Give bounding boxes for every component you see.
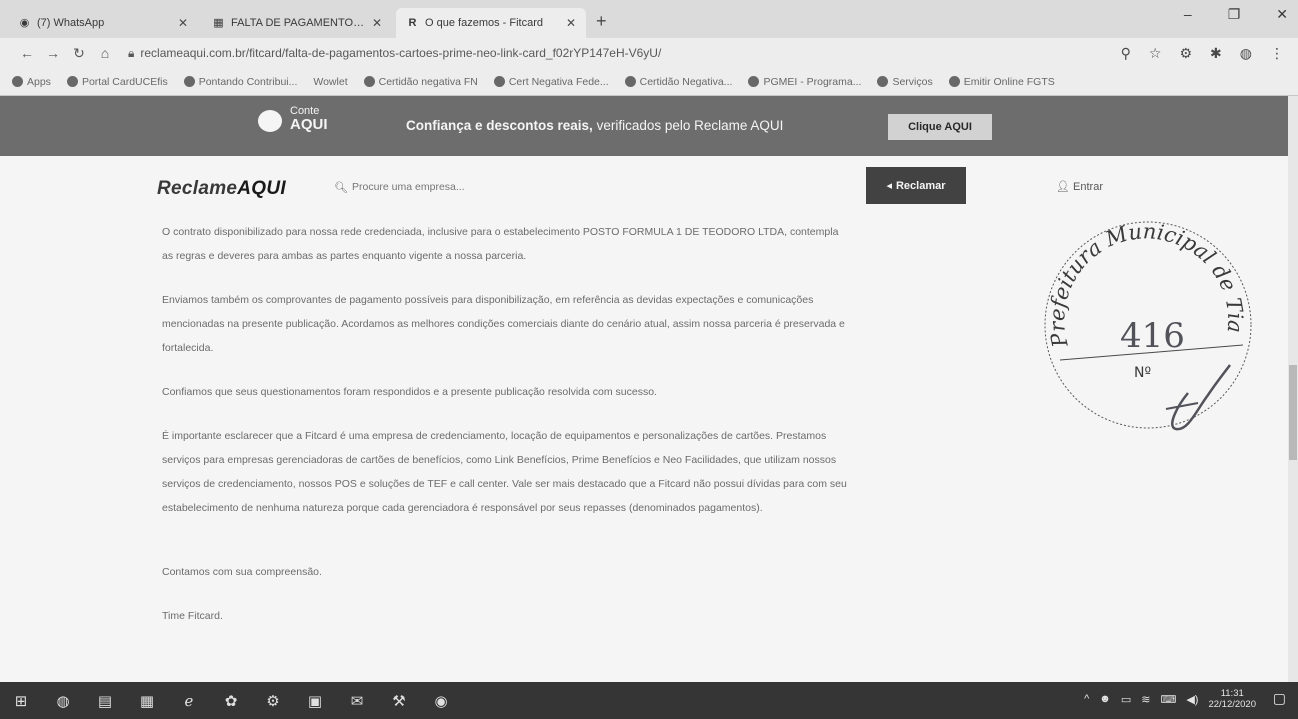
bookmark-item[interactable]: Certidão Negativa...	[624, 76, 732, 88]
search-icon[interactable]: ◍	[42, 682, 84, 719]
menu-icon[interactable]: ⋮	[1270, 45, 1284, 62]
globe-icon	[66, 76, 78, 88]
ra-icon: R	[408, 16, 417, 29]
paragraph: Confiamos que seus questionamentos foram…	[162, 386, 657, 398]
megaphone-icon: ◂	[886, 180, 892, 192]
stamp-label: Nº	[1134, 365, 1151, 381]
network-icon[interactable]: ≋	[1141, 693, 1150, 706]
tab-falta-de-pagamentos[interactable]: ▦ FALTA DE PAGAMENTOS - CART ✕	[202, 8, 392, 38]
tool-icon[interactable]: ⚒	[378, 682, 420, 719]
extension-icon[interactable]: ⚙	[1179, 45, 1192, 62]
windows-start-icon[interactable]: ⊞	[0, 682, 42, 719]
globe-icon	[493, 76, 505, 88]
globe-icon	[363, 76, 375, 88]
mail-icon[interactable]: ✉	[336, 682, 378, 719]
document-icon: ▦	[213, 16, 224, 29]
toolbar-icons: ⚲ ☆ ⚙ ✱ ◍ ⋮	[1121, 45, 1284, 62]
search-input[interactable]	[352, 178, 652, 196]
forward-icon[interactable]: →	[40, 45, 66, 61]
address-bar: ← → ↻ ⌂ 🔒︎ reclameaqui.com.br/fitcard/fa…	[0, 38, 1298, 68]
notification-icon[interactable]: ▢	[1273, 690, 1286, 707]
profile-icon[interactable]: ◍	[1240, 45, 1252, 62]
company-response-text: O contrato disponibilizado para nossa re…	[162, 220, 852, 648]
municipal-stamp: Prefeitura Municipal de Tianguá 416 Nº	[1038, 215, 1252, 431]
bookmark-item[interactable]: Wowlet	[313, 76, 347, 88]
user-icon: 👤︎	[1056, 181, 1070, 193]
window-controls: – ❐ ✕	[1184, 6, 1288, 23]
tab-fitcard[interactable]: R O que fazemos - Fitcard ✕	[396, 8, 586, 38]
minimize-icon[interactable]: –	[1184, 6, 1192, 23]
close-tab-icon[interactable]: ✕	[178, 16, 188, 30]
bookmarks-bar: Apps Portal CardUCEfis Pontando Contribu…	[0, 68, 1298, 96]
url-field[interactable]: 🔒︎ reclameaqui.com.br/fitcard/falta-de-p…	[128, 46, 1121, 61]
people-icon[interactable]: ☻	[1099, 693, 1111, 705]
globe-icon	[877, 76, 889, 88]
paragraph: O contrato disponibilizado para nossa re…	[162, 226, 839, 262]
conte-aqui-logo: Conte AQUI	[290, 105, 328, 133]
bookmark-item[interactable]: Cert Negativa Fede...	[493, 76, 609, 88]
login-link[interactable]: 👤︎ Entrar	[1056, 180, 1103, 193]
calculator-icon[interactable]: ▦	[126, 682, 168, 719]
scrollbar-thumb[interactable]	[1289, 365, 1297, 460]
star-icon[interactable]: ☆	[1149, 45, 1162, 62]
bookmark-item[interactable]: Portal CardUCEfis	[66, 76, 168, 88]
search-icon: 🔍︎	[334, 182, 348, 194]
paragraph: Time Fitcard.	[162, 610, 223, 622]
tab-title: (7) WhatsApp	[37, 17, 105, 29]
bookmark-item[interactable]: Pontando Contribui...	[183, 76, 297, 88]
volume-icon[interactable]: ◀)	[1186, 693, 1198, 706]
edge-icon[interactable]: ℯ	[168, 682, 210, 719]
banner-message: Confiança e descontos reais, verificados…	[406, 118, 784, 133]
battery-icon[interactable]: ▭	[1121, 693, 1131, 706]
clock[interactable]: 11:31 22/12/2020	[1208, 688, 1256, 710]
maximize-icon[interactable]: ❐	[1228, 6, 1241, 23]
zoom-icon[interactable]: ⚲	[1121, 45, 1131, 62]
globe-icon	[748, 76, 760, 88]
back-icon[interactable]: ←	[14, 45, 40, 61]
system-tray: ^ ☻ ▭ ≋ ⌨ ◀) 11:31 22/12/2020	[1084, 688, 1256, 710]
globe-icon	[624, 76, 636, 88]
puzzle-icon[interactable]: ✱	[1210, 45, 1222, 62]
bookmark-item[interactable]: Apps	[12, 76, 51, 88]
new-tab-button[interactable]: +	[596, 11, 607, 32]
globe-icon	[948, 76, 960, 88]
tab-whatsapp[interactable]: ◉ (7) WhatsApp ✕	[8, 8, 198, 38]
tab-title: O que fazemos - Fitcard	[425, 17, 543, 29]
browser-tab-strip: ◉ (7) WhatsApp ✕ ▦ FALTA DE PAGAMENTOS -…	[0, 0, 1298, 38]
close-tab-icon[interactable]: ✕	[566, 16, 576, 30]
clique-aqui-button[interactable]: Clique AQUI	[888, 114, 992, 140]
reclame-aqui-logo[interactable]: ReclameAQUI	[157, 178, 286, 200]
conte-aqui-logo-icon	[258, 110, 282, 132]
whatsapp-icon: ◉	[19, 16, 30, 29]
reclamar-button[interactable]: ◂ Reclamar	[866, 167, 966, 204]
reload-icon[interactable]: ↻	[66, 45, 92, 62]
app-icon[interactable]: ✿	[210, 682, 252, 719]
apps-icon	[12, 76, 23, 88]
lock-icon: 🔒︎	[128, 45, 135, 60]
calendar-icon[interactable]: ▣	[294, 682, 336, 719]
chevron-up-icon[interactable]: ^	[1084, 693, 1089, 705]
bookmark-item[interactable]: Serviços	[877, 76, 933, 88]
chrome-icon[interactable]: ◉	[420, 682, 462, 719]
bookmark-item[interactable]: Certidão negativa FN	[363, 76, 478, 88]
close-tab-icon[interactable]: ✕	[372, 16, 382, 30]
folder-icon	[183, 76, 195, 88]
keyboard-icon[interactable]: ⌨	[1160, 693, 1176, 706]
settings-icon[interactable]: ⚙	[252, 682, 294, 719]
stamp-number: 416	[1120, 316, 1185, 356]
tab-title: FALTA DE PAGAMENTOS - CART	[231, 17, 366, 29]
paragraph: Contamos com sua compreensão.	[162, 566, 322, 578]
close-window-icon[interactable]: ✕	[1276, 6, 1288, 23]
bookmark-item[interactable]: PGMEI - Programa...	[748, 76, 861, 88]
bookmark-item[interactable]: Emitir Online FGTS	[948, 76, 1055, 88]
url-text: reclameaqui.com.br/fitcard/falta-de-paga…	[140, 46, 662, 60]
file-explorer-icon[interactable]: ▤	[84, 682, 126, 719]
paragraph: Enviamos também os comprovantes de pagam…	[162, 294, 845, 354]
paragraph: É importante esclarecer que a Fitcard é …	[162, 430, 847, 514]
home-icon[interactable]: ⌂	[92, 45, 118, 61]
